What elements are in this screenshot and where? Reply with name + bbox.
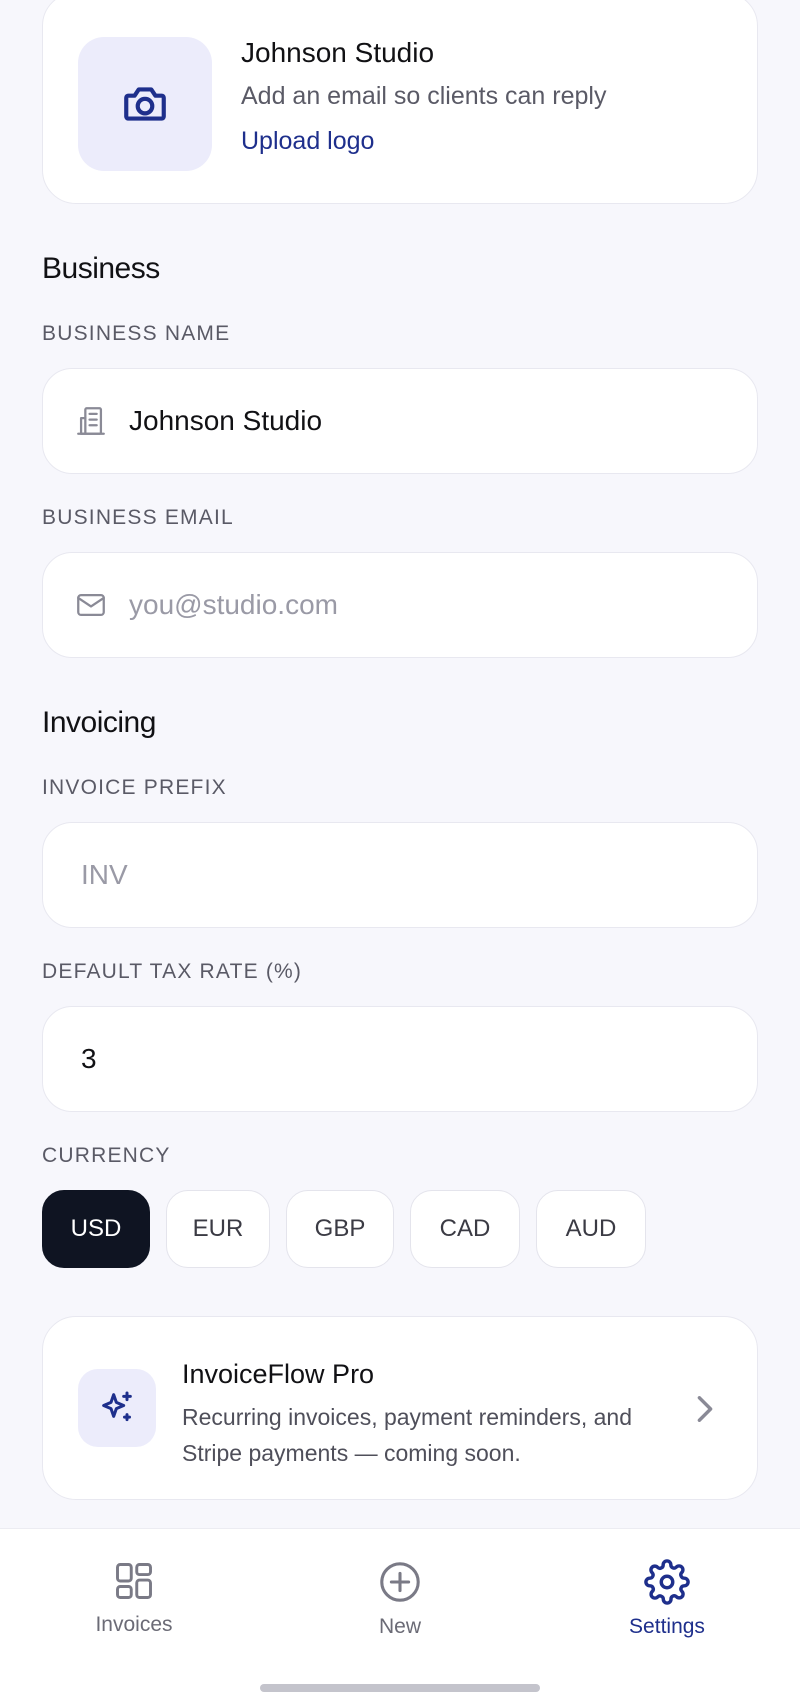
currency-chip-usd[interactable]: USD <box>42 1190 150 1268</box>
tab-invoices-label: Invoices <box>95 1613 173 1636</box>
currency-chip-gbp[interactable]: GBP <box>286 1190 394 1268</box>
invoice-prefix-input[interactable] <box>81 823 721 927</box>
pro-title: InvoiceFlow Pro <box>182 1359 375 1389</box>
tab-settings-label: Settings <box>629 1615 705 1638</box>
mail-icon <box>73 587 109 623</box>
tab-new[interactable]: New <box>320 1559 480 1639</box>
section-title-business: Business <box>42 252 160 285</box>
chevron-right-icon <box>693 1391 717 1427</box>
tax-rate-field <box>42 1006 758 1112</box>
logo-upload-box[interactable] <box>78 37 212 171</box>
currency-label: CURRENCY <box>42 1144 171 1167</box>
business-name-field <box>42 368 758 474</box>
grid-icon <box>116 1563 152 1599</box>
section-title-invoicing: Invoicing <box>42 706 156 739</box>
tab-invoices[interactable]: Invoices <box>54 1559 214 1637</box>
sparkle-icon <box>102 1391 132 1422</box>
profile-subtitle: Add an email so clients can reply <box>241 82 607 110</box>
plus-circle-icon <box>380 1562 420 1602</box>
business-email-field <box>42 552 758 658</box>
profile-name: Johnson Studio <box>241 37 435 68</box>
bottom-tab-bar: Invoices New Settings <box>0 1528 800 1702</box>
currency-options: USD EUR GBP CAD AUD <box>42 1190 646 1268</box>
business-email-label: BUSINESS EMAIL <box>42 506 234 529</box>
currency-chip-eur[interactable]: EUR <box>166 1190 270 1268</box>
upload-logo-link[interactable]: Upload logo <box>241 127 374 156</box>
invoice-prefix-label: INVOICE PREFIX <box>42 776 227 799</box>
business-name-input[interactable] <box>129 369 689 473</box>
tax-rate-label: DEFAULT TAX RATE (%) <box>42 960 303 983</box>
pro-description: Recurring invoices, payment reminders, a… <box>182 1404 632 1466</box>
tab-new-label: New <box>378 1615 421 1638</box>
pro-upsell-card[interactable]: InvoiceFlow Pro Recurring invoices, paym… <box>42 1316 758 1500</box>
invoice-prefix-field <box>42 822 758 928</box>
profile-card: Johnson Studio Add an email so clients c… <box>42 0 758 204</box>
building-icon <box>73 403 109 439</box>
home-indicator[interactable] <box>260 1684 540 1692</box>
tab-settings[interactable]: Settings <box>587 1559 747 1639</box>
gear-icon <box>644 1559 690 1605</box>
pro-icon-tile <box>78 1369 156 1447</box>
currency-chip-aud[interactable]: AUD <box>536 1190 646 1268</box>
camera-icon <box>124 87 166 121</box>
business-email-input[interactable] <box>129 553 689 657</box>
business-name-label: BUSINESS NAME <box>42 322 231 345</box>
tax-rate-input[interactable] <box>81 1007 721 1111</box>
currency-chip-cad[interactable]: CAD <box>410 1190 520 1268</box>
settings-scroll-area[interactable]: Johnson Studio Add an email so clients c… <box>0 0 800 1528</box>
